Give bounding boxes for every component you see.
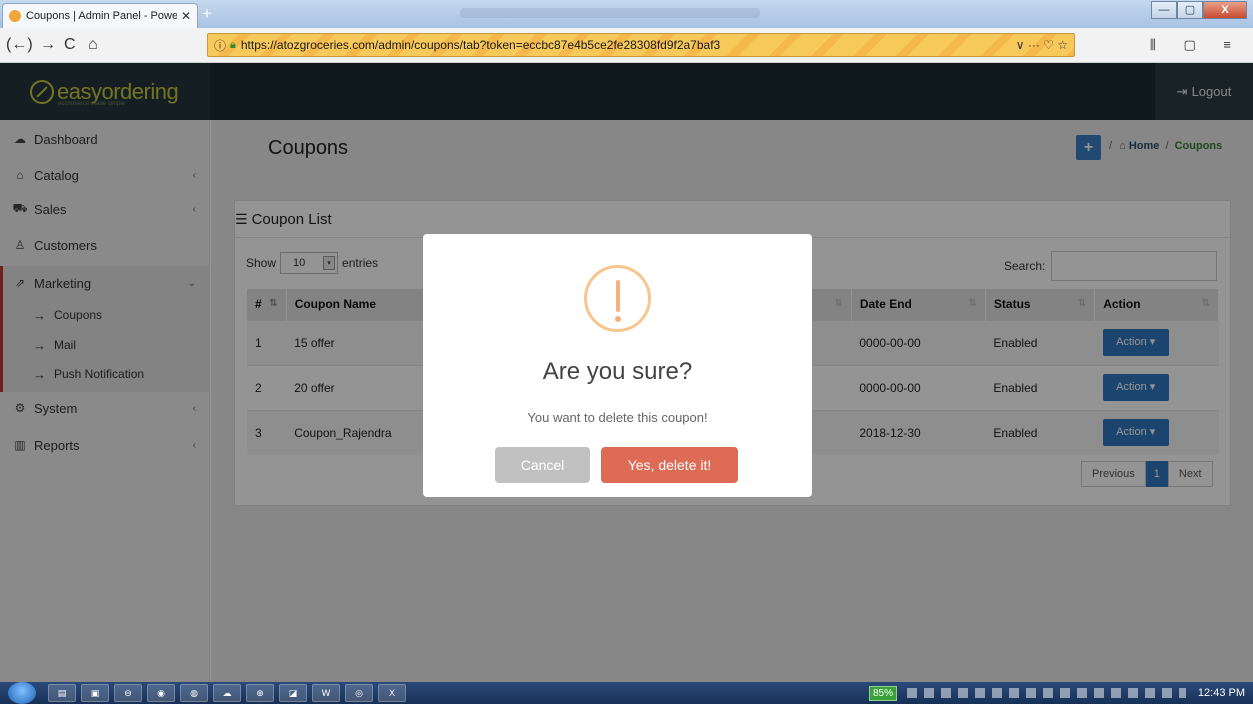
reload-icon[interactable]: C xyxy=(64,35,76,55)
url-tools-icons[interactable]: ∨ ··· ♡ ☆ xyxy=(1016,38,1068,52)
taskbar-app-icon[interactable]: ☁ xyxy=(213,684,241,702)
browser-menu-icons[interactable]: ⫼ ▢ ≡ xyxy=(1150,37,1243,53)
info-icon[interactable]: ⓘ xyxy=(214,37,226,54)
tray-icons[interactable] xyxy=(907,688,1186,698)
dialog-title: Are you sure? xyxy=(542,358,693,385)
taskbar-app-icon[interactable]: ⊕ xyxy=(246,684,274,702)
window-controls: — ▢ X xyxy=(1151,1,1247,19)
address-bar[interactable]: ⓘ 🔒︎ https://atozgroceries.com/admin/cou… xyxy=(207,33,1075,57)
warning-icon xyxy=(584,265,651,332)
lock-icon: 🔒︎ xyxy=(230,38,236,51)
taskbar-app-icon[interactable]: X xyxy=(378,684,406,702)
dialog-message: You want to delete this coupon! xyxy=(527,410,708,425)
back-icon[interactable]: (←) xyxy=(6,35,33,55)
url-text: https://atozgroceries.com/admin/coupons/… xyxy=(240,38,721,52)
taskbar-app-icon[interactable]: ◍ xyxy=(180,684,208,702)
taskbar-app-icon[interactable]: ▤ xyxy=(48,684,76,702)
tab-close-icon[interactable]: ✕ xyxy=(181,9,191,23)
taskbar-app-icon[interactable]: W xyxy=(312,684,340,702)
confirm-delete-dialog: Are you sure? You want to delete this co… xyxy=(423,234,812,497)
home-icon[interactable]: ⌂ xyxy=(88,35,98,55)
maximize-button[interactable]: ▢ xyxy=(1177,1,1203,19)
start-button[interactable] xyxy=(8,682,36,704)
minimize-button[interactable]: — xyxy=(1151,1,1177,19)
system-tray: 85% 12:43 PM xyxy=(855,684,1253,702)
taskbar-apps: ▤ ▣ ⊖ ◉ ◍ ☁ ⊕ ◪ W ◎ X xyxy=(48,684,411,702)
favicon-icon xyxy=(9,10,21,22)
taskbar-app-icon[interactable]: ◪ xyxy=(279,684,307,702)
taskbar-app-icon[interactable]: ▣ xyxy=(81,684,109,702)
os-taskbar: ▤ ▣ ⊖ ◉ ◍ ☁ ⊕ ◪ W ◎ X 85% 12:43 PM xyxy=(0,682,1253,704)
taskbar-app-icon[interactable]: ⊖ xyxy=(114,684,142,702)
clock[interactable]: 12:43 PM xyxy=(1198,687,1245,699)
browser-tab-bar: Coupons | Admin Panel - Powe ✕ + — ▢ X xyxy=(0,0,1253,28)
close-window-button[interactable]: X xyxy=(1203,1,1247,19)
cancel-button[interactable]: Cancel xyxy=(495,447,590,483)
taskbar-app-icon[interactable]: ◉ xyxy=(147,684,175,702)
forward-icon[interactable]: → xyxy=(40,35,56,55)
window-title-blur xyxy=(460,8,760,18)
new-tab-icon[interactable]: + xyxy=(202,5,212,22)
confirm-delete-button[interactable]: Yes, delete it! xyxy=(601,447,738,483)
tab-title: Coupons | Admin Panel - Powe xyxy=(26,10,177,22)
taskbar-app-icon[interactable]: ◎ xyxy=(345,684,373,702)
browser-tab[interactable]: Coupons | Admin Panel - Powe ✕ xyxy=(2,3,198,28)
battery-indicator[interactable]: 85% xyxy=(869,685,898,701)
browser-nav-bar: (←) → C ⌂ ⓘ 🔒︎ https://atozgroceries.com… xyxy=(0,28,1253,63)
